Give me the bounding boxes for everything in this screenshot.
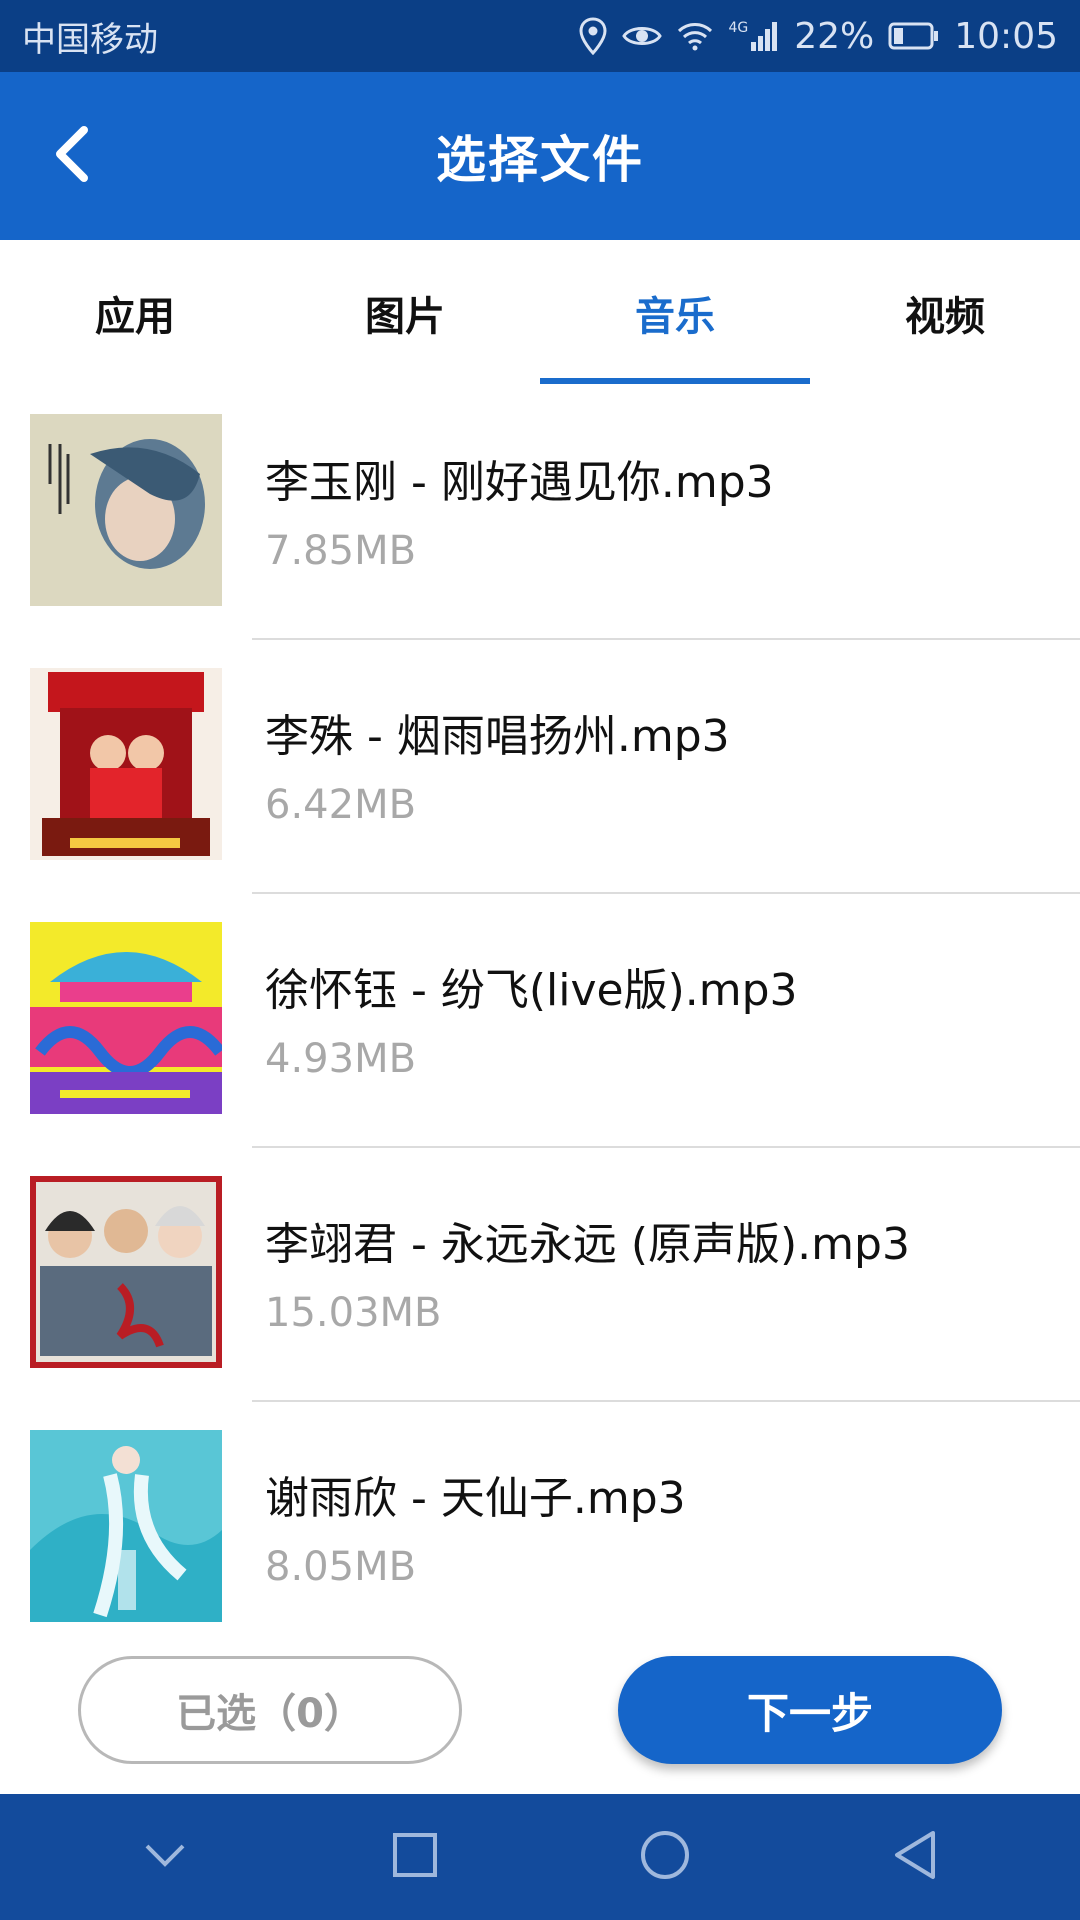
signal-icon: 4G <box>728 20 780 52</box>
status-icons: 4G 22% 10:05 <box>578 16 1058 57</box>
battery-percent: 22% <box>794 15 875 57</box>
file-size: 4.93MB <box>265 1036 417 1082</box>
square-icon <box>391 1831 439 1883</box>
album-cover <box>30 1430 222 1622</box>
wifi-icon <box>676 20 714 52</box>
triangle-back-icon <box>891 1829 939 1885</box>
next-step-button[interactable]: 下一步 <box>618 1656 1002 1764</box>
list-item[interactable]: 李翊君 - 永远永远 (原声版).mp3 15.03MB <box>0 1148 1080 1402</box>
network-type: 4G <box>728 20 749 36</box>
tab-label: 音乐 <box>635 294 715 340</box>
file-name: 徐怀钰 - 纷飞(live版).mp3 <box>265 965 798 1016</box>
list-item[interactable]: 谢雨欣 - 天仙子.mp3 8.05MB <box>0 1402 1080 1656</box>
page-title: 选择文件 <box>436 131 644 189</box>
file-size: 7.85MB <box>265 528 417 574</box>
category-tabs: 应用 图片 音乐 视频 <box>0 240 1080 386</box>
chevron-down-icon <box>143 1840 187 1874</box>
file-name: 李玉刚 - 刚好遇见你.mp3 <box>265 457 774 508</box>
navigation-bar <box>0 1794 1080 1920</box>
back-button[interactable] <box>40 124 104 188</box>
file-size: 15.03MB <box>265 1290 442 1336</box>
nav-home-button[interactable] <box>625 1817 705 1897</box>
album-cover <box>30 922 222 1114</box>
status-bar: 中国移动 4G 22% 10:05 <box>0 0 1080 72</box>
tab-music[interactable]: 音乐 <box>540 240 810 386</box>
tab-label: 图片 <box>365 294 445 340</box>
tab-label: 视频 <box>905 294 985 340</box>
chevron-left-icon <box>52 126 92 186</box>
location-icon <box>578 17 608 55</box>
file-name: 李殊 - 烟雨唱扬州.mp3 <box>265 711 730 762</box>
circle-icon <box>639 1829 691 1885</box>
album-cover <box>30 668 222 860</box>
app-bar: 选择文件 <box>0 72 1080 240</box>
eye-icon <box>622 21 663 51</box>
tab-apps[interactable]: 应用 <box>0 240 270 386</box>
file-size: 6.42MB <box>265 782 417 828</box>
clock: 10:05 <box>954 15 1058 57</box>
file-list: 李玉刚 - 刚好遇见你.mp3 7.85MB 李殊 - 烟雨唱扬州.mp3 6.… <box>0 386 1080 1656</box>
file-name: 李翊君 - 永远永远 (原声版).mp3 <box>265 1219 910 1270</box>
nav-hide-button[interactable] <box>125 1817 205 1897</box>
file-name: 谢雨欣 - 天仙子.mp3 <box>265 1473 686 1524</box>
selected-count-button[interactable]: 已选（0） <box>78 1656 462 1764</box>
list-item[interactable]: 徐怀钰 - 纷飞(live版).mp3 4.93MB <box>0 894 1080 1148</box>
list-item[interactable]: 李殊 - 烟雨唱扬州.mp3 6.42MB <box>0 640 1080 894</box>
nav-recents-button[interactable] <box>375 1817 455 1897</box>
tab-label: 应用 <box>95 294 175 340</box>
nav-back-button[interactable] <box>875 1817 955 1897</box>
file-size: 8.05MB <box>265 1544 417 1590</box>
album-cover <box>30 1176 222 1368</box>
album-cover <box>30 414 222 606</box>
list-item[interactable]: 李玉刚 - 刚好遇见你.mp3 7.85MB <box>0 386 1080 640</box>
carrier-name: 中国移动 <box>22 19 158 60</box>
tab-videos[interactable]: 视频 <box>810 240 1080 386</box>
battery-icon <box>888 22 940 50</box>
tab-pictures[interactable]: 图片 <box>270 240 540 386</box>
